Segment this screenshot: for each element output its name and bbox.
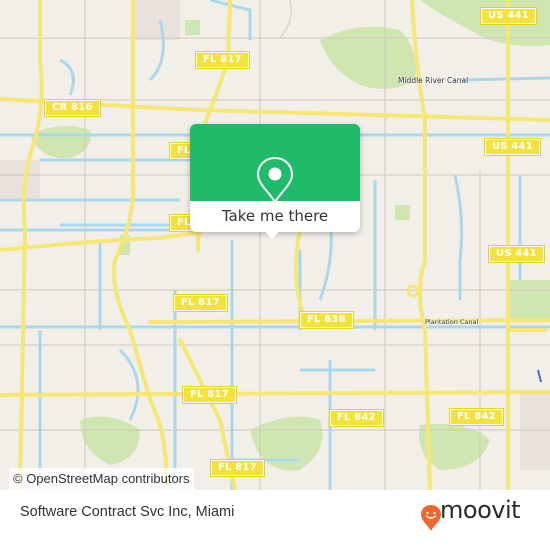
road-shield-fl838: FL 838 bbox=[299, 311, 354, 329]
place-label-middle-river-canal: Middle River Canal bbox=[398, 76, 469, 85]
road-shield-fl817: FL 817 bbox=[173, 294, 228, 312]
map-pin-icon bbox=[256, 156, 294, 204]
moovit-pin-smile-icon bbox=[421, 505, 441, 531]
road-shield-us441: US 441 bbox=[480, 7, 537, 25]
road-shield-fl817: FL 817 bbox=[210, 459, 265, 477]
road-shield-cr816: CR 816 bbox=[44, 99, 101, 117]
popup-header bbox=[190, 124, 360, 204]
road-shield-us441: US 441 bbox=[488, 245, 545, 263]
road-shield-us441: US 441 bbox=[484, 138, 541, 156]
footer: Software Contract Svc Inc, Miami moovit bbox=[0, 490, 550, 550]
place-label-plantation-canal: Plantation Canal bbox=[425, 318, 479, 326]
take-me-there-button[interactable]: Take me there bbox=[190, 201, 360, 232]
map-attribution[interactable]: © OpenStreetMap contributors bbox=[9, 468, 194, 490]
place-name: Software Contract Svc Inc, Miami bbox=[20, 504, 235, 520]
road-shield-fl842: FL 842 bbox=[329, 409, 384, 427]
location-popup: Take me there bbox=[190, 124, 360, 232]
road-shield-fl842: FL 842 bbox=[449, 408, 504, 426]
brand-name: moovit bbox=[440, 496, 521, 524]
moovit-logo[interactable]: moovit bbox=[420, 496, 540, 534]
map[interactable]: US 441 FL 817 CR 816 FL 817 US 441 FL 81… bbox=[0, 0, 550, 490]
road-shield-fl817: FL 817 bbox=[182, 386, 237, 404]
parks bbox=[30, 0, 550, 471]
popup-pointer bbox=[265, 231, 279, 240]
road-shield-fl817: FL 817 bbox=[195, 51, 250, 69]
